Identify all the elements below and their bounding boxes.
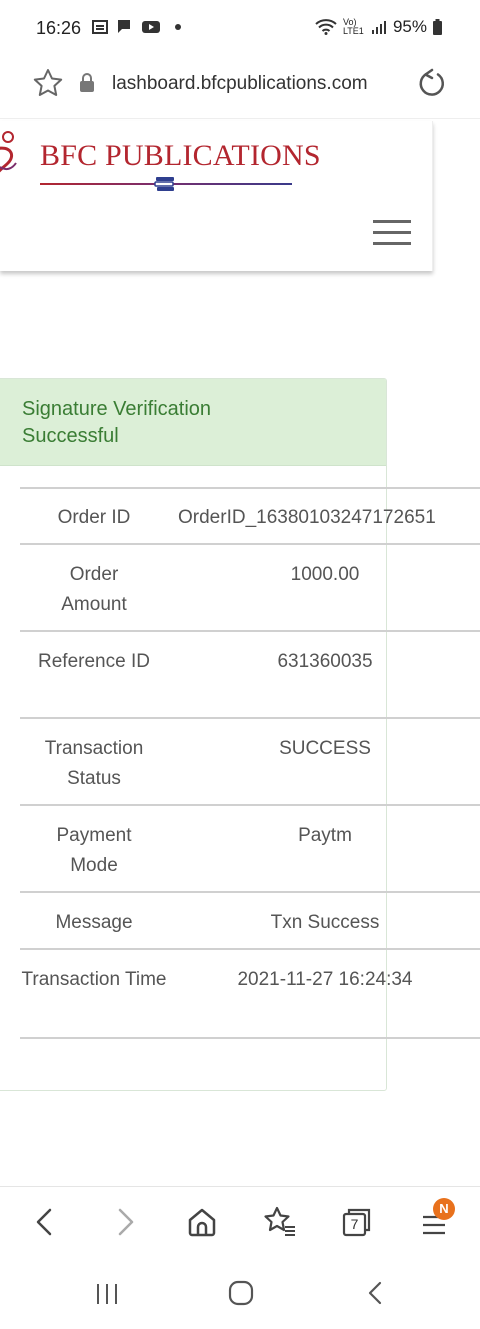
detail-value: OrderID_16380103247172651 (178, 507, 436, 528)
alert-line-1: Signature Verification (22, 398, 212, 420)
lock-icon (80, 73, 94, 92)
calendar-notification-icon (92, 20, 108, 34)
detail-label: Transaction Time (21, 969, 167, 990)
hamburger-line (373, 231, 411, 234)
detail-value: SUCCESS (279, 738, 371, 759)
status-bar: 16:26 Vo) LTE1 95% (0, 0, 480, 56)
detail-value: 2021-11-27 16:24:34 (237, 969, 413, 990)
detail-row-reference-id: Reference ID 631360035 (20, 630, 480, 719)
status-right: Vo) LTE1 95% (315, 17, 442, 37)
detail-row-transaction-time: Transaction Time 2021-11-27 16:24:34 (20, 948, 480, 1039)
detail-value: Paytm (298, 825, 352, 846)
alert-line-2: Successful (22, 425, 119, 447)
bookmarks-icon[interactable] (263, 1205, 297, 1239)
back-icon[interactable] (28, 1205, 62, 1239)
recent-apps-icon[interactable] (95, 1282, 119, 1306)
forward-icon[interactable] (108, 1205, 142, 1239)
tabs-button[interactable]: 7 (340, 1205, 374, 1239)
home-circle-icon[interactable] (228, 1280, 254, 1306)
hamburger-menu-button[interactable] (373, 220, 411, 246)
detail-row-transaction-status: Transaction Status SUCCESS (20, 717, 480, 806)
url-text[interactable]: lashboard.bfcpublications.com (112, 73, 368, 95)
menu-button[interactable]: N (420, 1198, 460, 1245)
reload-icon[interactable] (417, 68, 447, 98)
detail-value: Txn Success (270, 912, 380, 933)
detail-label: Message (55, 912, 133, 933)
url-bar: lashboard.bfcpublications.com (0, 56, 480, 119)
youtube-notification-icon (142, 21, 160, 33)
status-time: 16:26 (36, 18, 82, 38)
detail-label: Order Amount (61, 564, 127, 615)
tab-count: 7 (350, 1216, 359, 1232)
detail-row-order-amount: Order Amount 1000.00 (20, 543, 480, 632)
bookmark-star-icon[interactable] (33, 68, 63, 98)
detail-label: Transaction Status (44, 738, 144, 789)
signal-icon (371, 21, 386, 34)
success-alert: Signature Verification Successful (0, 379, 386, 466)
detail-value: 631360035 (277, 651, 373, 672)
detail-label: Payment Mode (56, 825, 132, 876)
detail-value: 1000.00 (290, 564, 360, 585)
battery-icon (433, 19, 442, 35)
logo-emblem-icon[interactable] (0, 127, 20, 187)
browser-bottom-toolbar: 7 N (0, 1186, 480, 1257)
network-label: Vo) LTE1 (342, 17, 364, 36)
hamburger-line (373, 220, 411, 223)
books-icon (154, 177, 174, 191)
notification-icons (92, 19, 182, 35)
site-header: BFC PUBLICATIONS (0, 121, 433, 271)
system-back-icon[interactable] (365, 1280, 385, 1306)
menu-badge: N (433, 1198, 455, 1220)
home-icon[interactable] (185, 1205, 219, 1239)
detail-label: Order ID (57, 507, 131, 528)
system-navigation-bar (0, 1256, 480, 1329)
detail-row-message: Message Txn Success (20, 891, 480, 950)
more-notifications-dot-icon (175, 24, 181, 30)
detail-label: Reference ID (38, 651, 150, 672)
hamburger-line (373, 242, 411, 245)
detail-row-payment-mode: Payment Mode Paytm (20, 804, 480, 893)
alert-text: Signature Verification Successful (22, 396, 211, 450)
wifi-icon (315, 19, 337, 35)
brand-name[interactable]: BFC PUBLICATIONS (40, 139, 321, 173)
battery-percent: 95% (392, 17, 427, 36)
message-notification-icon (118, 20, 130, 33)
detail-row-order-id: Order ID OrderID_16380103247172651 (20, 487, 480, 545)
